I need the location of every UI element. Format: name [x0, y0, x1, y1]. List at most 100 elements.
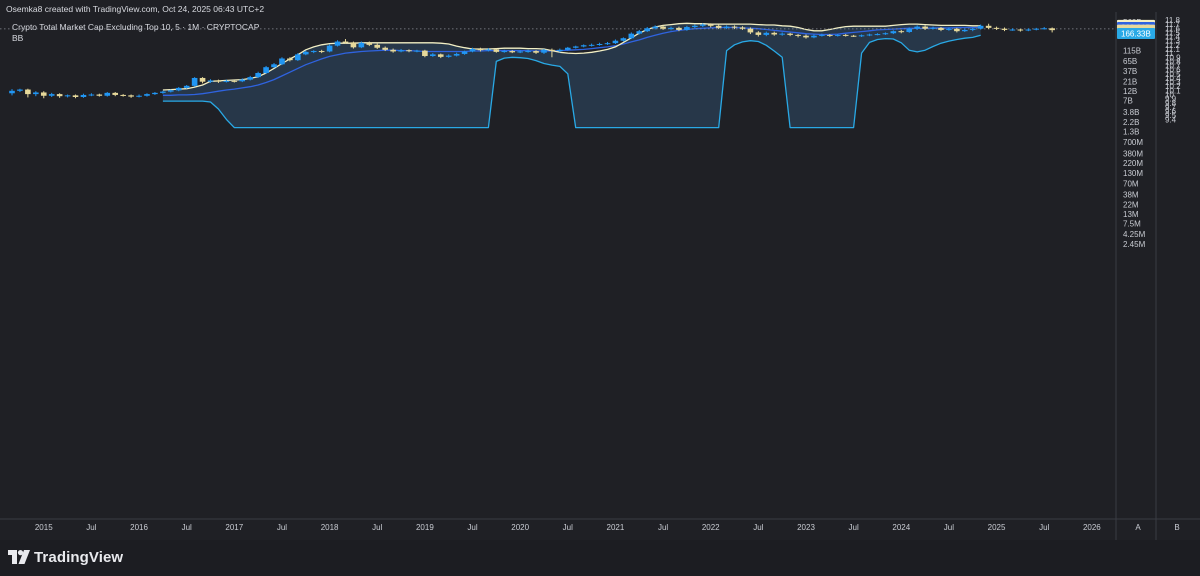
candle-body — [120, 94, 126, 96]
x-tick-label: 2016 — [130, 523, 148, 532]
candle — [1001, 27, 1008, 32]
y-left-tick-label: 7.5M — [1123, 220, 1141, 229]
candle-body — [565, 47, 571, 50]
y-left-tick-label: 70M — [1123, 180, 1139, 189]
candle-body — [390, 49, 396, 52]
candle-body — [977, 25, 984, 29]
candle-body — [175, 87, 182, 91]
candle-body — [64, 95, 71, 97]
candle — [1041, 27, 1047, 30]
candle-body — [17, 89, 23, 91]
candle-body — [453, 53, 460, 56]
candle-body — [295, 54, 301, 61]
candle-body — [72, 95, 79, 98]
x-tick-label: Jul — [944, 523, 954, 532]
candle-body — [25, 89, 31, 95]
candle — [17, 88, 23, 93]
candle-body — [938, 27, 944, 30]
candle-body — [414, 50, 420, 52]
candle-body — [96, 94, 103, 96]
candle-body — [969, 28, 976, 30]
candle-body — [858, 35, 865, 37]
candle-body — [1049, 28, 1055, 31]
candle — [72, 94, 79, 99]
candle — [1017, 28, 1024, 32]
candle-body — [1001, 28, 1008, 30]
candle — [64, 94, 71, 98]
x-tick-label: Jul — [86, 523, 96, 532]
candle — [255, 71, 261, 78]
candle-body — [469, 48, 476, 52]
x-tick-label: Jul — [277, 523, 287, 532]
candle-body — [231, 80, 238, 82]
candle-body — [160, 91, 166, 93]
y-left-tick-label: 12B — [1123, 87, 1137, 96]
candle-body — [382, 47, 388, 50]
y-left-tick-label: 38M — [1123, 191, 1139, 200]
candle — [144, 93, 150, 97]
y-left-tick-label: 2.45M — [1123, 240, 1146, 249]
candle-body — [263, 67, 269, 73]
candle — [199, 77, 206, 84]
candle-body — [580, 45, 587, 47]
candle-body — [747, 28, 754, 33]
candle — [612, 39, 619, 45]
candle-body — [660, 26, 666, 29]
candle-body — [509, 51, 516, 53]
candle-body — [731, 26, 738, 28]
candle-body — [612, 40, 619, 44]
candle — [191, 77, 198, 87]
candle-body — [485, 49, 492, 51]
x-tick-label: 2023 — [797, 523, 815, 532]
candle-body — [668, 27, 674, 29]
candle-body — [795, 34, 801, 36]
candle-body — [811, 35, 817, 38]
y-left-tick-label: 65B — [1123, 57, 1137, 66]
auto-scale-button[interactable]: A — [1135, 523, 1141, 532]
candle-body — [342, 41, 349, 43]
candle — [104, 92, 111, 97]
candle — [33, 91, 39, 97]
candle — [588, 43, 595, 47]
x-tick-label: 2024 — [892, 523, 910, 532]
candle-body — [144, 94, 150, 96]
candle-body — [684, 27, 690, 30]
candle-body — [112, 92, 119, 95]
candle-body — [906, 28, 913, 33]
price-tag-label: 166.33B — [1121, 29, 1151, 38]
candle-body — [715, 25, 722, 28]
price-chart[interactable]: 560B115B65B37B21B12B7B3.8B2.2B1.3B700M38… — [0, 0, 1200, 540]
x-tick-label: 2020 — [511, 523, 529, 532]
candle-body — [739, 27, 746, 29]
candle-body — [271, 64, 277, 68]
candle-body — [572, 46, 579, 48]
candle-body — [985, 25, 992, 28]
y-left-tick-label: 2.2B — [1123, 118, 1139, 127]
candle-body — [398, 50, 404, 52]
price-tags: 361.49B263.91B251.07B7d 20h166.33B — [1117, 19, 1155, 39]
candle-body — [318, 51, 325, 53]
candle-body — [914, 26, 920, 29]
candle — [279, 57, 285, 66]
candle-body — [636, 31, 643, 34]
candle-body — [596, 44, 603, 46]
candle-body — [40, 92, 47, 96]
candle-body — [652, 26, 658, 29]
tradingview-logo[interactable]: TradingView — [8, 548, 123, 566]
candle-body — [707, 24, 714, 26]
candle-body — [882, 33, 889, 35]
candle-body — [533, 51, 539, 53]
x-tick-label: 2021 — [607, 523, 625, 532]
x-tick-label: Jul — [182, 523, 192, 532]
candle — [9, 89, 15, 96]
tradingview-logo-icon — [8, 550, 30, 564]
candle-body — [517, 51, 523, 53]
candle-body — [334, 41, 341, 46]
log-scale-button[interactable]: B — [1174, 523, 1179, 532]
candle-body — [850, 35, 857, 37]
y-left-tick-label: 22M — [1123, 201, 1139, 210]
candle-body — [525, 51, 531, 53]
candle-body — [1041, 28, 1047, 30]
x-tick-label: 2026 — [1083, 523, 1101, 532]
candle-body — [1033, 28, 1040, 30]
